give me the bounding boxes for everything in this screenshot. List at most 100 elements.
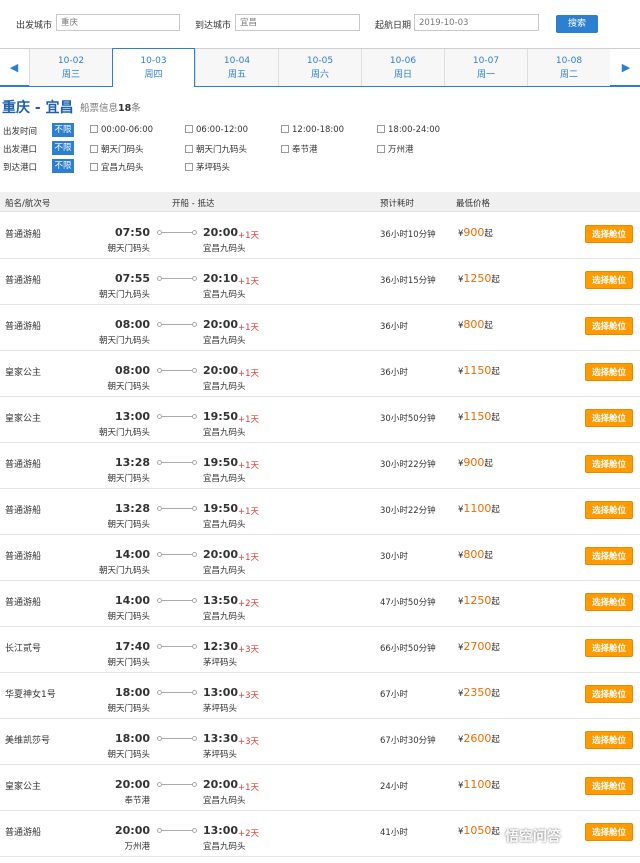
lowest-price: ¥1250起 [458,272,500,285]
arrival-port: 宜昌九码头 [203,566,246,576]
filter-option[interactable]: 06:00-12:00 [185,125,248,135]
ship-name: 普通游船 [5,506,42,516]
filter-option[interactable]: 万州港 [377,143,414,155]
duration: 41小时 [380,828,408,838]
date-tab-active[interactable]: 10-03 周四 [112,48,195,87]
select-cabin-button[interactable]: 选择舱位 [585,409,633,427]
date-tab[interactable]: 10-07 周一 [444,49,527,86]
date-bar: ◀ 10-02 周三 10-03 周四 10-04 周五 10-05 周六 10-06 周… [0,48,640,87]
lowest-price: ¥800起 [458,548,493,561]
filter-option[interactable]: 18:00-24:00 [377,125,440,135]
lowest-price: ¥1150起 [458,410,500,423]
select-cabin-button[interactable]: 选择舱位 [585,363,633,381]
date-tab[interactable]: 10-02 周三 [29,49,112,86]
route-connector-icon [157,322,197,327]
duration: 30小时22分钟 [380,460,436,470]
ship-name: 皇家公主 [5,782,42,792]
arrival-port: 宜昌九码头 [203,612,246,622]
date-tab[interactable]: 10-06 周日 [361,49,444,86]
arrival-time: 19:50 [203,456,239,469]
filter-option[interactable]: 茅坪码头 [185,161,230,173]
filter-all-departure-time[interactable]: 不限 [52,123,74,137]
arrival-day-offset: +2天 [238,829,260,839]
date-input[interactable]: 2019-10-03 [414,14,539,31]
select-cabin-button[interactable]: 选择舱位 [585,455,633,473]
select-cabin-button[interactable]: 选择舱位 [585,547,633,565]
select-cabin-button[interactable]: 选择舱位 [585,731,633,749]
arrival-time: 13:30 [203,732,239,745]
departure-time: 14:00 [114,548,150,561]
departure-time: 07:50 [114,226,150,239]
arrival-time: 19:50 [203,410,239,423]
date-tab[interactable]: 10-08 周二 [527,49,610,86]
route-connector-icon [157,598,197,603]
checkbox-icon [281,145,289,153]
select-cabin-button[interactable]: 选择舱位 [585,685,633,703]
lowest-price: ¥1100起 [458,502,500,515]
duration: 36小时15分钟 [380,276,436,286]
arrival-day-offset: +1天 [238,231,260,241]
route-connector-icon [157,460,197,465]
arrival-port: 茅坪码头 [203,658,238,668]
select-cabin-button[interactable]: 选择舱位 [585,777,633,795]
duration: 67小时 [380,690,408,700]
filter-option[interactable]: 朝天门码头 [90,143,144,155]
table-header: 船名/航次号 开船 - 抵达 预计耗时 最低价格 [0,192,640,212]
search-bar: 出发城市 重庆 到达城市 宜昌 起航日期 2019-10-03 搜索 [0,0,640,45]
arrival-time: 19:50 [203,502,239,515]
search-button[interactable]: 搜索 [556,15,598,33]
prev-date-arrow-icon[interactable]: ◀ [2,49,26,86]
next-date-arrow-icon[interactable]: ▶ [614,49,638,86]
select-cabin-button[interactable]: 选择舱位 [585,271,633,289]
route-connector-icon [157,782,197,787]
arrival-port: 宜昌九码头 [203,474,246,484]
checkbox-icon [185,163,193,171]
arrival-day-offset: +1天 [238,277,260,287]
table-row: 普通游船 14:00 朝天门九码头 20:00 +1天 宜昌九码头 30小时 ¥800起 选择舱… [0,535,640,581]
ship-name: 普通游船 [5,230,42,240]
filter-option[interactable]: 朝天门九码头 [185,143,247,155]
arrival-port: 宜昌九码头 [203,796,246,806]
ship-name: 皇家公主 [5,368,42,378]
date-tab[interactable]: 10-04 周五 [195,49,278,86]
route-connector-icon [157,736,197,741]
duration: 30小时22分钟 [380,506,436,516]
checkbox-icon [377,125,385,133]
arrival-time: 20:00 [203,364,239,377]
table-row: 皇家公主 13:00 朝天门九码头 19:50 +1天 宜昌九码头 30小时50分钟 ¥115… [0,397,640,443]
select-cabin-button[interactable]: 选择舱位 [585,823,633,841]
from-city-label: 出发城市 [16,21,53,31]
filter-all-arrival-port[interactable]: 不限 [52,159,74,173]
filter-option[interactable]: 宜昌九码头 [90,161,144,173]
select-cabin-button[interactable]: 选择舱位 [585,225,633,243]
lowest-price: ¥1150起 [458,364,500,377]
departure-port: 朝天门九码头 [98,290,150,300]
date-tab[interactable]: 10-05 周六 [278,49,361,86]
select-cabin-button[interactable]: 选择舱位 [585,639,633,657]
select-cabin-button[interactable]: 选择舱位 [585,317,633,335]
arrival-day-offset: +1天 [238,553,260,563]
departure-time: 08:00 [114,364,150,377]
departure-time: 18:00 [114,686,150,699]
select-cabin-button[interactable]: 选择舱位 [585,593,633,611]
select-cabin-button[interactable]: 选择舱位 [585,501,633,519]
filter-option[interactable]: 奉节港 [281,143,318,155]
result-count: 18 [118,103,132,114]
date-label: 起航日期 [375,21,412,31]
duration: 36小时10分钟 [380,230,436,240]
filter-option[interactable]: 12:00-18:00 [281,125,344,135]
table-row: 普通游船 14:00 朝天门码头 13:50 +2天 宜昌九码头 47小时50分钟 ¥1250… [0,581,640,627]
route-title: 重庆 - 宜昌 [2,100,74,116]
arrival-time: 12:30 [203,640,239,653]
ship-name: 普通游船 [5,828,42,838]
arrival-day-offset: +1天 [238,783,260,793]
to-city-input[interactable]: 宜昌 [235,14,360,31]
filter-option[interactable]: 00:00-06:00 [90,125,153,135]
table-row: 皇家公主 20:00 奉节港 20:00 +1天 宜昌九码头 24小时 ¥1100起 选择舱位 [0,765,640,811]
arrival-port: 宜昌九码头 [203,842,246,852]
filter-all-departure-port[interactable]: 不限 [52,141,74,155]
checkbox-icon [377,145,385,153]
route-connector-icon [157,230,197,235]
ship-name: 普通游船 [5,552,42,562]
from-city-input[interactable]: 重庆 [56,14,180,31]
